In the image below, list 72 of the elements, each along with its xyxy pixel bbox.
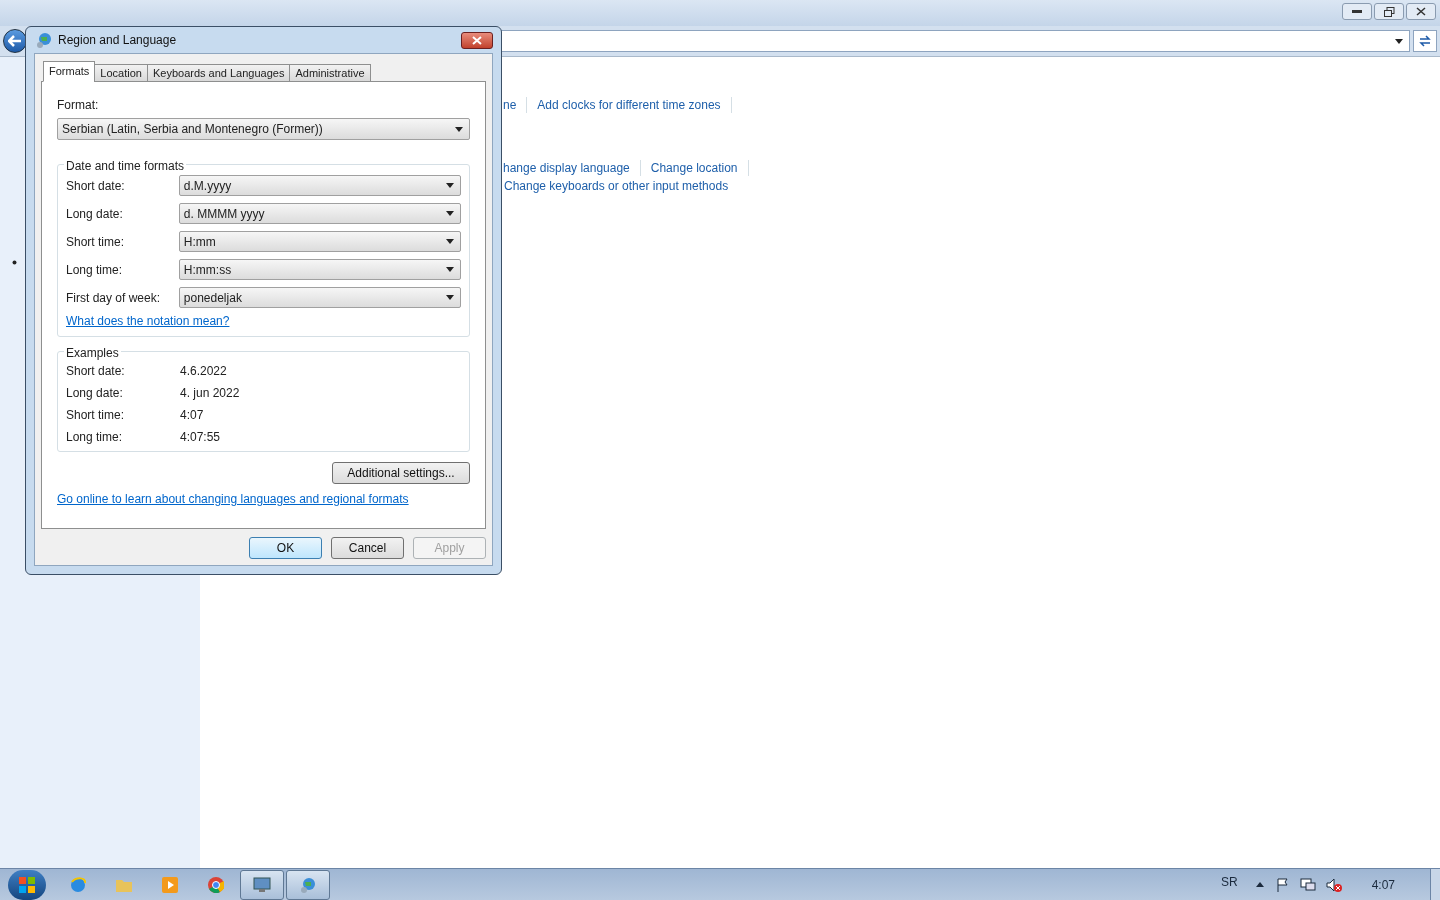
minimize-button[interactable] — [1342, 3, 1372, 20]
close-icon — [1416, 7, 1426, 16]
refresh-button[interactable] — [1413, 30, 1437, 52]
start-button[interactable] — [8, 869, 46, 900]
tab[interactable]: Formats — [43, 61, 96, 82]
refresh-arrows-icon — [1418, 35, 1432, 47]
restore-icon — [1383, 6, 1395, 17]
dropdown[interactable]: d. MMMM yyyy — [178, 203, 461, 224]
dropdown[interactable]: H:mm:ss — [178, 259, 461, 280]
dropdown-arrow-icon — [446, 239, 454, 244]
globe-icon — [299, 875, 317, 894]
globe-icon — [36, 32, 52, 48]
monitor-icon — [253, 876, 271, 893]
muted-speaker-icon — [1325, 877, 1342, 892]
circle-logo-icon — [208, 876, 224, 893]
format-label: Format: — [57, 97, 100, 114]
dropdown-arrow-icon — [446, 211, 454, 216]
taskbar-app[interactable] — [240, 869, 284, 900]
example-label: Short date: — [66, 362, 126, 380]
dropdown-arrow-icon — [1395, 38, 1403, 44]
show-desktop-button[interactable] — [1430, 869, 1440, 900]
back-button[interactable] — [3, 29, 27, 53]
close-button[interactable] — [461, 31, 493, 49]
tab[interactable]: Administrative — [289, 64, 371, 82]
back-arrow-icon — [8, 35, 22, 47]
bullet-icon — [12, 260, 17, 265]
dropdown-arrow-icon — [446, 267, 454, 272]
example-value: 4:07 — [180, 406, 204, 424]
additional-settings-button[interactable]: Additional settings... — [332, 462, 470, 484]
network-icon — [1299, 877, 1316, 892]
clock[interactable]: 4:07 — [1371, 875, 1395, 894]
dropdown-arrow-icon — [446, 183, 454, 188]
field-label: Short date: — [66, 177, 126, 195]
dropdown[interactable]: H:mm — [178, 231, 461, 252]
task-link[interactable]: hange display language — [503, 159, 630, 177]
dialog-title: Region and Language — [58, 32, 177, 49]
globe-e-icon — [69, 875, 87, 894]
task-link[interactable]: Change location — [650, 159, 738, 177]
task-link[interactable]: Add clocks for different time zones — [537, 96, 721, 114]
example-label: Short time: — [66, 406, 126, 424]
taskbar-app[interactable] — [286, 869, 330, 900]
play-icon — [162, 876, 178, 893]
tab[interactable]: Keyboards and Languages — [146, 64, 291, 82]
example-value: 4. jun 2022 — [180, 384, 240, 402]
language-indicator[interactable]: SR — [1220, 872, 1238, 891]
notation-link[interactable]: What does the notation mean? — [66, 312, 230, 330]
task-link[interactable]: ne — [503, 96, 517, 114]
example-value: 4.6.2022 — [180, 362, 227, 380]
dropdown[interactable]: Serbian (Latin, Serbia and Montenegro (Former)) — [57, 118, 470, 140]
dropdown[interactable]: d.M.yyyy — [178, 175, 461, 196]
example-label: Long date: — [66, 384, 124, 402]
dialog-button[interactable]: OK — [249, 537, 322, 559]
example-value: 4:07:55 — [180, 428, 221, 446]
online-help-link[interactable]: Go online to learn about changing languages and regional formats — [57, 490, 409, 508]
dropdown[interactable]: ponedeljak — [178, 287, 461, 308]
flag-icon — [1275, 877, 1290, 892]
field-label: Short time: — [66, 233, 126, 251]
field-label: Long time: — [66, 261, 124, 279]
field-label: Long date: — [66, 205, 124, 223]
task-link[interactable]: Change keyboards or other input methods — [504, 177, 729, 195]
field-label: First day of week: — [66, 289, 162, 307]
dropdown-arrow-icon — [446, 295, 454, 300]
minimize-icon — [1352, 9, 1362, 14]
windows-logo-icon — [18, 875, 36, 894]
chevron-up-icon — [1255, 882, 1264, 887]
close-button[interactable] — [1406, 3, 1436, 20]
tab[interactable]: Location — [94, 64, 148, 82]
restore-button[interactable] — [1374, 3, 1404, 20]
dropdown-arrow-icon — [455, 126, 463, 132]
close-icon — [472, 35, 482, 45]
example-label: Long time: — [66, 428, 124, 446]
dialog-button[interactable]: Cancel — [331, 537, 404, 559]
